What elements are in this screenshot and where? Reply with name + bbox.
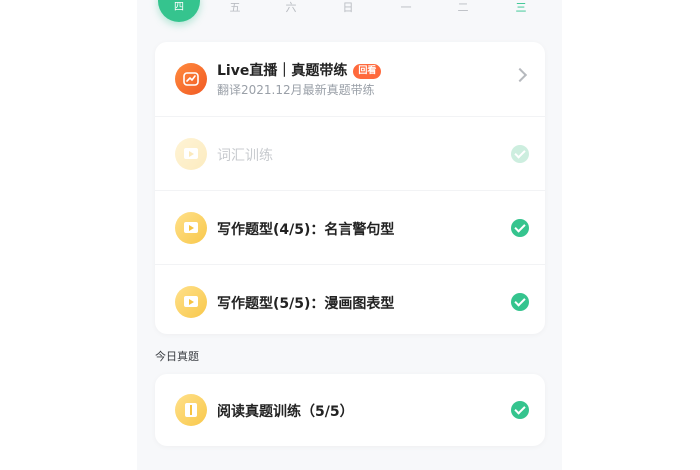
section-title: 今日真题	[155, 350, 199, 363]
check-icon	[511, 293, 529, 311]
task-label: 写作题型(4/5)：名言警句型	[217, 222, 395, 238]
day-tuesday[interactable]: 二	[448, 0, 478, 15]
task-row-writing-5[interactable]: 写作题型(5/5)：漫画图表型	[155, 264, 545, 338]
day-monday[interactable]: 一	[391, 0, 421, 15]
day-saturday[interactable]: 六	[276, 0, 306, 15]
task-label: 写作题型(5/5)：漫画图表型	[217, 296, 395, 312]
task-card: Live直播｜真题带练 回看 翻译2021.12月最新真题带练 词汇训练 写作题型…	[155, 42, 545, 334]
live-title: Live直播｜真题带练 回看	[217, 60, 382, 80]
chevron-right-icon[interactable]	[512, 67, 528, 83]
weekday-strip: 四 五 六 日 一 二 三	[137, 0, 562, 24]
task-label: 词汇训练	[217, 148, 273, 164]
video-icon	[175, 138, 207, 170]
day-thursday[interactable]: 四	[158, 0, 200, 22]
day-wednesday[interactable]: 三	[506, 0, 536, 15]
book-icon	[175, 394, 207, 426]
live-row[interactable]: Live直播｜真题带练 回看 翻译2021.12月最新真题带练	[155, 42, 545, 116]
live-title-text: Live直播｜真题带练	[217, 63, 348, 79]
check-icon	[511, 401, 529, 419]
task-row-writing-4[interactable]: 写作题型(4/5)：名言警句型	[155, 190, 545, 264]
live-icon	[175, 63, 207, 95]
check-icon	[511, 145, 529, 163]
day-sunday[interactable]: 日	[333, 0, 363, 15]
day-label: 四	[174, 2, 184, 13]
video-icon	[175, 286, 207, 318]
task-row-reading[interactable]: 阅读真题训练（5/5）	[155, 374, 545, 446]
video-icon	[175, 212, 207, 244]
replay-badge: 回看	[353, 64, 382, 79]
study-plan-screen: 四 五 六 日 一 二 三 Live直播｜真题带练 回看 翻译2021.12月最新…	[137, 0, 562, 470]
check-icon	[511, 219, 529, 237]
day-friday[interactable]: 五	[220, 0, 250, 15]
task-row-vocabulary[interactable]: 词汇训练	[155, 116, 545, 190]
today-card: 阅读真题训练（5/5）	[155, 374, 545, 446]
task-label: 阅读真题训练（5/5）	[217, 404, 354, 420]
live-subtitle: 翻译2021.12月最新真题带练	[217, 83, 375, 97]
